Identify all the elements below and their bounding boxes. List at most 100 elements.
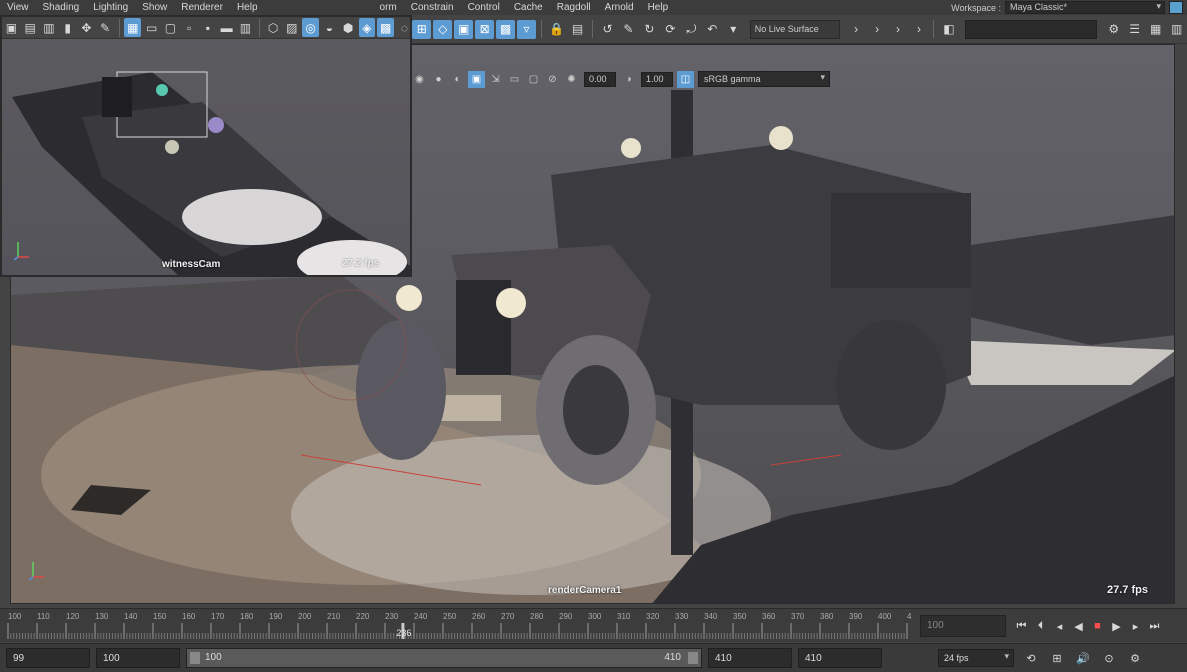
rotate-tool-icon[interactable]: ⤾: [682, 20, 701, 39]
field-chart-icon[interactable]: ▪: [200, 18, 217, 37]
resolution-gate-toggle-icon[interactable]: ▢: [162, 18, 179, 37]
menu-lighting[interactable]: Lighting: [86, 2, 135, 13]
scale-tool-icon[interactable]: ↶: [703, 20, 722, 39]
smooth-shade-icon[interactable]: ▨: [283, 18, 300, 37]
playback-end-field[interactable]: 410: [708, 648, 792, 668]
history-icon[interactable]: ▤: [568, 20, 587, 39]
snap-point-icon[interactable]: ▣: [454, 19, 474, 39]
exposure-field[interactable]: 0.00: [584, 71, 616, 87]
wireframe-icon[interactable]: ◉: [411, 71, 428, 88]
snap-live-icon[interactable]: ▩: [496, 19, 516, 39]
auto-key-icon[interactable]: ⊙: [1100, 649, 1118, 667]
shadows-toggle-icon[interactable]: ◈: [358, 18, 376, 37]
ambient-occlusion-icon[interactable]: ▩: [377, 18, 395, 37]
camera-attributes-icon[interactable]: ▤: [22, 18, 39, 37]
current-frame-field[interactable]: 100: [920, 615, 1006, 637]
menu-help-main[interactable]: Help: [641, 2, 676, 13]
menu-shading[interactable]: Shading: [36, 2, 87, 13]
motion-blur-icon[interactable]: ◌: [396, 18, 410, 37]
symmetry-icon[interactable]: ⟳: [661, 20, 680, 39]
paint-select-icon[interactable]: ✎: [619, 20, 638, 39]
dropdown-arrow-icon[interactable]: ▾: [724, 20, 743, 39]
fps-select[interactable]: 24 fps: [938, 649, 1014, 667]
loop-icon[interactable]: ⟲: [1022, 649, 1040, 667]
character-set-icon[interactable]: ⊞: [1048, 649, 1066, 667]
lock-icon[interactable]: 🔒: [547, 20, 566, 39]
image-plane-icon[interactable]: ▮: [59, 18, 76, 37]
range-slider[interactable]: 100 410: [186, 648, 702, 668]
snap-surface-icon[interactable]: ⊠: [475, 19, 495, 39]
play-forward-icon[interactable]: ▶: [1107, 617, 1126, 635]
film-gate-icon[interactable]: ▢: [525, 71, 542, 88]
two-d-pan-icon[interactable]: ✥: [78, 18, 95, 37]
sound-icon[interactable]: 🔊: [1074, 649, 1092, 667]
menu-show[interactable]: Show: [135, 2, 174, 13]
play-backwards-icon[interactable]: ◀: [1069, 617, 1088, 635]
gamma-field[interactable]: 1.00: [641, 71, 673, 87]
shadows-icon[interactable]: ◐: [449, 71, 466, 88]
step-back-frame-icon[interactable]: ◂: [1050, 617, 1069, 635]
textured-icon[interactable]: ◒: [321, 18, 338, 37]
menu-renderer[interactable]: Renderer: [174, 2, 230, 13]
time-slider[interactable]: 100 110 120 130 140 150 160 170 180 190 200 210 220 2…: [0, 608, 1187, 642]
live-surface-field[interactable]: No Live Surface: [749, 19, 840, 39]
range-start-handle[interactable]: [190, 652, 200, 664]
tool-settings-icon[interactable]: ▦: [1146, 20, 1165, 39]
color-management-icon[interactable]: ◫: [677, 70, 694, 88]
lasso-icon[interactable]: ↺: [598, 20, 617, 39]
soft-select-icon[interactable]: ↻: [640, 20, 659, 39]
film-gate-toggle-icon[interactable]: ▭: [143, 18, 160, 37]
range-end-handle[interactable]: [688, 652, 698, 664]
animation-end-field[interactable]: 410: [798, 648, 882, 668]
exposure-icon[interactable]: ✺: [563, 71, 580, 88]
menu-view[interactable]: View: [0, 2, 36, 13]
time-ruler[interactable]: 100 110 120 130 140 150 160 170 180 190 200 210 220 2…: [6, 609, 916, 643]
xray-icon[interactable]: ▣: [468, 70, 485, 88]
step-back-key-icon[interactable]: ⏴: [1031, 617, 1050, 635]
wireframe-toggle-icon[interactable]: ⬡: [265, 18, 282, 37]
sidebar-toggle-icon[interactable]: ◧: [939, 20, 958, 39]
go-to-start-icon[interactable]: ⏮: [1012, 617, 1031, 635]
magnet-icon[interactable]: ▿: [517, 19, 537, 39]
playback-start-field[interactable]: 100: [96, 648, 180, 668]
lights-icon[interactable]: ●: [430, 71, 447, 88]
safe-action-icon[interactable]: ▬: [218, 18, 235, 37]
step-forward-key-icon[interactable]: ▸: [1126, 617, 1145, 635]
nav-arrow-2-icon[interactable]: ›: [910, 20, 929, 39]
menu-cache[interactable]: Cache: [507, 2, 550, 13]
grease-pencil-icon[interactable]: ✎: [97, 18, 114, 37]
snap-curve-icon[interactable]: ◇: [433, 19, 453, 39]
workspace-select[interactable]: Maya Classic*: [1005, 1, 1165, 14]
witness-camera-viewport[interactable]: ▣ ▤ ▥ ▮ ✥ ✎ ▦ ▭ ▢ ▫ ▪ ▬ ▥ ⬡ ▨ ◎ ◒ ⬢ ◈ ▩ …: [0, 15, 412, 277]
workspace-icon[interactable]: [1169, 1, 1183, 14]
gate-mask-icon[interactable]: ▫: [181, 18, 198, 37]
resolution-gate-icon[interactable]: ▭: [506, 71, 523, 88]
menu-help[interactable]: Help: [230, 2, 265, 13]
toolbar-input-field[interactable]: [965, 19, 1098, 39]
menu-control[interactable]: Control: [461, 2, 507, 13]
render-settings-icon[interactable]: ⚙: [1104, 20, 1123, 39]
menu-transform[interactable]: orm: [373, 2, 404, 13]
safe-frame-icon[interactable]: ⊘: [544, 71, 561, 88]
bookmark-icon[interactable]: ▥: [41, 18, 58, 37]
menu-constrain[interactable]: Constrain: [404, 2, 461, 13]
animation-start-field[interactable]: 99: [6, 648, 90, 668]
preferences-icon[interactable]: ⚙: [1126, 649, 1144, 667]
safe-title-icon[interactable]: ▥: [237, 18, 254, 37]
menu-ragdoll[interactable]: Ragdoll: [550, 2, 598, 13]
output-arrow-icon[interactable]: ›: [868, 20, 887, 39]
menu-arnold[interactable]: Arnold: [598, 2, 641, 13]
colorspace-select[interactable]: sRGB gamma: [698, 71, 830, 87]
use-lights-icon[interactable]: ⬢: [340, 18, 357, 37]
camera-select-icon[interactable]: ▣: [3, 18, 20, 37]
grid-icon[interactable]: ▦: [124, 18, 142, 37]
go-to-end-icon[interactable]: ⏭: [1145, 617, 1164, 635]
isolate-icon[interactable]: ⇲: [487, 71, 504, 88]
snap-grid-icon[interactable]: ⊞: [412, 19, 432, 39]
nav-arrow-icon[interactable]: ›: [889, 20, 908, 39]
gamma-icon[interactable]: ◑: [620, 71, 637, 88]
channel-box-icon[interactable]: ▥: [1167, 20, 1186, 39]
default-material-icon[interactable]: ◎: [302, 18, 319, 37]
stop-icon[interactable]: ■: [1088, 617, 1107, 635]
input-arrow-icon[interactable]: ›: [847, 20, 866, 39]
